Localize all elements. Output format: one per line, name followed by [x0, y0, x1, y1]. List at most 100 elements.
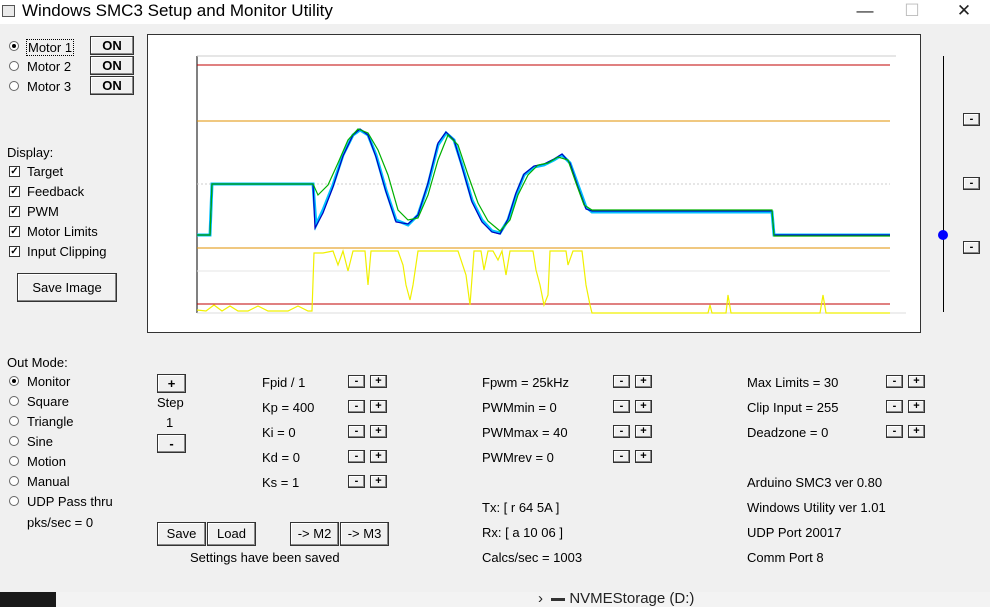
- fpid-label: Fpid / 1: [262, 375, 306, 390]
- pwmmin-minus-button[interactable]: -: [613, 400, 630, 413]
- pwmrev-minus-button[interactable]: -: [613, 450, 630, 463]
- max-limits-plus-button[interactable]: +: [908, 375, 925, 388]
- maximize-button[interactable]: ☐: [889, 0, 935, 24]
- copy-to-m2-button[interactable]: -> M2: [290, 522, 339, 546]
- mode-udp-label[interactable]: UDP Pass thru: [27, 494, 113, 509]
- motor-1-label[interactable]: Motor 1: [26, 39, 75, 56]
- mode-motion-label[interactable]: Motion: [27, 454, 66, 469]
- mode-manual-label[interactable]: Manual: [27, 474, 70, 489]
- explorer-drive-item[interactable]: › NVMEStorage (D:): [538, 590, 694, 607]
- plot-area: [147, 34, 921, 333]
- settings-status: Settings have been saved: [190, 550, 340, 565]
- arduino-version: Arduino SMC3 ver 0.80: [747, 475, 883, 490]
- mode-square-radio[interactable]: [9, 396, 19, 406]
- fpid-minus-button[interactable]: -: [348, 375, 365, 388]
- ks-minus-button[interactable]: -: [348, 475, 365, 488]
- mode-sine-radio[interactable]: [9, 436, 19, 446]
- pwm-checkbox[interactable]: ✓: [9, 206, 20, 217]
- step-plus-button[interactable]: +: [157, 374, 186, 393]
- kp-label: Kp = 400: [262, 400, 315, 415]
- mode-motion-radio[interactable]: [9, 456, 19, 466]
- feedback-label: Feedback: [27, 184, 85, 199]
- kp-minus-button[interactable]: -: [348, 400, 365, 413]
- pwmrev-plus-button[interactable]: +: [635, 450, 652, 463]
- out-mode-heading: Out Mode:: [7, 355, 68, 370]
- input-clipping-checkbox[interactable]: ✓: [9, 246, 20, 257]
- kd-plus-button[interactable]: +: [370, 450, 387, 463]
- rx-readout: Rx: [ a 10 06 ]: [482, 525, 563, 540]
- right-minus-button-3[interactable]: -: [963, 241, 980, 254]
- max-limits-minus-button[interactable]: -: [886, 375, 903, 388]
- motor-3-label[interactable]: Motor 3: [27, 79, 71, 94]
- save-settings-button[interactable]: Save: [157, 522, 206, 546]
- mode-monitor-radio[interactable]: [9, 376, 19, 386]
- right-minus-button-1[interactable]: -: [963, 113, 980, 126]
- calcs-readout: Calcs/sec = 1003: [482, 550, 583, 565]
- drive-icon: [551, 597, 566, 601]
- motor-3-on-button[interactable]: ON: [90, 76, 134, 95]
- mode-manual-radio[interactable]: [9, 476, 19, 486]
- ks-plus-button[interactable]: +: [370, 475, 387, 488]
- right-minus-button-2[interactable]: -: [963, 177, 980, 190]
- motor-2-on-button[interactable]: ON: [90, 56, 134, 75]
- mode-triangle-label[interactable]: Triangle: [27, 414, 73, 429]
- fpwm-label: Fpwm = 25kHz: [482, 375, 570, 390]
- app-icon: [2, 5, 15, 17]
- pwmmin-label: PWMmin = 0: [482, 400, 557, 415]
- motor-limits-checkbox[interactable]: ✓: [9, 226, 20, 237]
- motor-2-label[interactable]: Motor 2: [27, 59, 71, 74]
- motor-3-radio[interactable]: [9, 81, 19, 91]
- motor-1-radio[interactable]: [9, 41, 19, 51]
- save-image-button[interactable]: Save Image: [17, 273, 117, 302]
- target-label: Target: [27, 164, 64, 179]
- pwmmax-label: PWMmax = 40: [482, 425, 568, 440]
- deadzone-plus-button[interactable]: +: [908, 425, 925, 438]
- ki-label: Ki = 0: [262, 425, 296, 440]
- step-value: 1: [166, 415, 174, 430]
- pwmmax-plus-button[interactable]: +: [635, 425, 652, 438]
- vertical-slider-track[interactable]: [943, 56, 944, 312]
- feedback-trace: [197, 128, 890, 236]
- fpwm-minus-button[interactable]: -: [613, 375, 630, 388]
- motor-2-radio[interactable]: [9, 61, 19, 71]
- deadzone-minus-button[interactable]: -: [886, 425, 903, 438]
- fpwm-plus-button[interactable]: +: [635, 375, 652, 388]
- copy-to-m3-button[interactable]: -> M3: [340, 522, 389, 546]
- tx-readout: Tx: [ r 64 5A ]: [482, 500, 560, 515]
- mode-sine-label[interactable]: Sine: [27, 434, 53, 449]
- comm-port: Comm Port 8: [747, 550, 824, 565]
- step-label: Step: [157, 395, 184, 410]
- kp-plus-button[interactable]: +: [370, 400, 387, 413]
- close-button[interactable]: ✕: [941, 0, 987, 24]
- vertical-slider-thumb[interactable]: [938, 230, 948, 241]
- mode-monitor-label[interactable]: Monitor: [27, 374, 70, 389]
- clip-input-plus-button[interactable]: +: [908, 400, 925, 413]
- udp-port: UDP Port 20017: [747, 525, 842, 540]
- step-minus-button[interactable]: -: [157, 434, 186, 453]
- graph-svg: [196, 55, 906, 314]
- ki-plus-button[interactable]: +: [370, 425, 387, 438]
- pwmmax-minus-button[interactable]: -: [613, 425, 630, 438]
- pwmrev-label: PWMrev = 0: [482, 450, 554, 465]
- background-explorer-strip: [0, 592, 990, 607]
- clip-input-label: Clip Input = 255: [747, 400, 839, 415]
- pwmmin-plus-button[interactable]: +: [635, 400, 652, 413]
- minimize-button[interactable]: —: [842, 0, 888, 24]
- mode-triangle-radio[interactable]: [9, 416, 19, 426]
- fpid-plus-button[interactable]: +: [370, 375, 387, 388]
- motor-1-on-button[interactable]: ON: [90, 36, 134, 55]
- kd-minus-button[interactable]: -: [348, 450, 365, 463]
- target-checkbox[interactable]: ✓: [9, 166, 20, 177]
- mode-udp-radio[interactable]: [9, 496, 19, 506]
- pks-sec-readout: pks/sec = 0: [27, 515, 94, 530]
- mode-square-label[interactable]: Square: [27, 394, 69, 409]
- load-settings-button[interactable]: Load: [207, 522, 256, 546]
- drive-label: NVMEStorage (D:): [569, 590, 695, 607]
- window-title: Windows SMC3 Setup and Monitor Utility: [22, 1, 333, 20]
- kd-label: Kd = 0: [262, 450, 300, 465]
- pwm-label: PWM: [27, 204, 59, 219]
- clip-input-minus-button[interactable]: -: [886, 400, 903, 413]
- feedback-checkbox[interactable]: ✓: [9, 186, 20, 197]
- deadzone-label: Deadzone = 0: [747, 425, 829, 440]
- ki-minus-button[interactable]: -: [348, 425, 365, 438]
